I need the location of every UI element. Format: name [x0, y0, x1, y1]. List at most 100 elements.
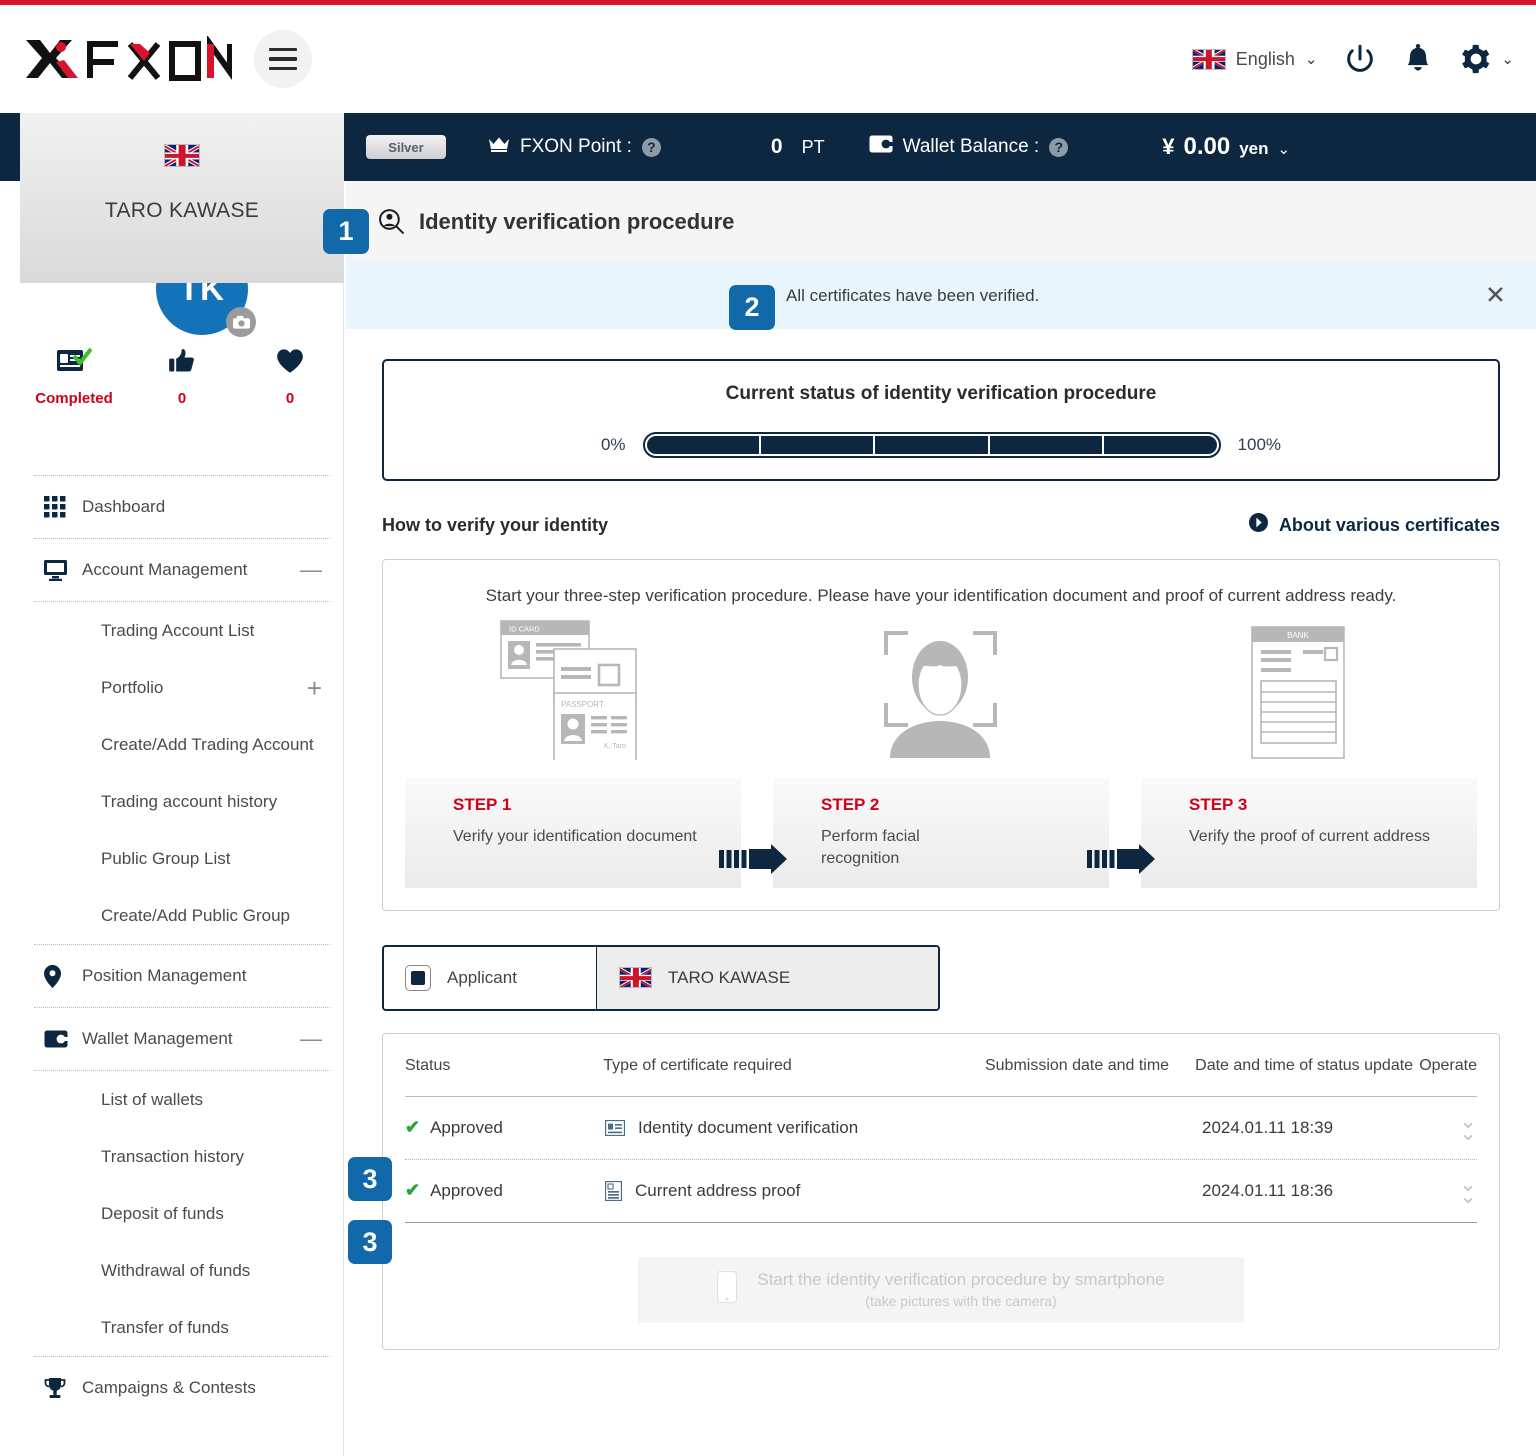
applicant-radio-group[interactable]: Applicant — [384, 946, 596, 1009]
avatar[interactable]: TK — [156, 283, 256, 337]
smartphone-icon — [717, 1271, 738, 1308]
sidebar-subitem-label: Create/Add Trading Account — [101, 734, 314, 754]
collapse-icon[interactable]: — — [300, 1028, 322, 1050]
page-header: Identity verification procedure — [346, 181, 1536, 262]
sidebar-subitem-portfolio[interactable]: Portfolio + — [20, 659, 343, 716]
verification-steps-panel: Start your three-step verification proce… — [382, 559, 1500, 911]
sidebar-profile-header: TARO KAWASE — [20, 113, 344, 283]
id-verified-icon — [20, 343, 128, 379]
expand-plus-icon[interactable]: + — [307, 675, 322, 701]
sidebar-subitem-public-group-list[interactable]: Public Group List — [20, 830, 343, 887]
sidebar-subitem-transaction-history[interactable]: Transaction history — [20, 1128, 343, 1185]
applicant-selector[interactable]: Applicant TARO KAWASE — [382, 944, 940, 1011]
row-type: Current address proof — [605, 1180, 990, 1201]
collapse-icon[interactable]: — — [300, 559, 322, 581]
sidebar-subitem-withdrawal-of-funds[interactable]: Withdrawal of funds — [20, 1242, 343, 1299]
step-number: STEP 1 — [453, 795, 512, 814]
annotation-badge-2: 2 — [729, 285, 775, 330]
arrow-right-icon — [719, 843, 787, 874]
trophy-icon — [44, 1377, 82, 1399]
column-header-submission: Submission date and time — [984, 1056, 1170, 1074]
sidebar-item-position-management[interactable]: Position Management — [20, 945, 343, 1007]
hamburger-menu-button[interactable] — [254, 30, 312, 88]
app-root: English ⌄ ⌄ Silver FXON Point: ? 0 PT W… — [0, 0, 1536, 1456]
sidebar-subitem-create-add-public-group[interactable]: Create/Add Public Group — [20, 887, 343, 944]
smartphone-button-title: Start the identity verification procedur… — [757, 1270, 1165, 1290]
progress-bar — [642, 431, 1221, 458]
smartphone-button-subtitle: (take pictures with the camera) — [865, 1293, 1057, 1310]
steps-lead-text: Start your three-step verification proce… — [485, 586, 1397, 605]
sidebar-item-wallet-management[interactable]: Wallet Management — — [20, 1008, 343, 1070]
sidebar-item-account-management[interactable]: Account Management — — [20, 539, 343, 601]
app-header: English ⌄ ⌄ — [0, 5, 1536, 113]
sidebar-subitem-trading-account-list[interactable]: Trading Account List — [20, 602, 343, 659]
sidebar-item-dashboard[interactable]: Dashboard — [20, 476, 343, 538]
sidebar-item-campaigns-contests[interactable]: Campaigns & Contests — [20, 1357, 343, 1419]
smartphone-button-texts: Start the identity verification procedur… — [757, 1270, 1164, 1309]
id-card-icon — [605, 1119, 625, 1136]
help-icon[interactable]: ? — [641, 137, 661, 157]
fxon-point-group: FXON Point : ? 0 PT — [488, 135, 825, 159]
step-description: Verify your identification document — [453, 828, 697, 845]
sidebar-user-name: TARO KAWASE — [104, 199, 260, 222]
sidebar-subitem-label: Transaction history — [101, 1146, 244, 1166]
sidebar-subitem-trading-account-history[interactable]: Trading account history — [20, 773, 343, 830]
progress-segment — [875, 435, 988, 454]
applicant-name: TARO KAWASE — [668, 967, 791, 987]
sidebar-subitem-deposit-of-funds[interactable]: Deposit of funds — [20, 1185, 343, 1242]
close-icon[interactable]: ✕ — [1485, 283, 1506, 308]
step-description: Perform facial recognition — [821, 828, 920, 868]
main-content: Identity verification procedure All cert… — [346, 181, 1536, 1456]
uk-flag-icon — [1191, 48, 1226, 70]
table-row[interactable]: ✔ Approved Current address proof 2024.01… — [405, 1160, 1477, 1223]
arrow-right-circle-icon — [1248, 513, 1268, 537]
bank-statement-art: BANK — [1120, 626, 1477, 760]
start-smartphone-verification-button[interactable]: Start the identity verification procedur… — [638, 1256, 1244, 1323]
page-title: Identity verification procedure — [419, 208, 735, 234]
help-icon[interactable]: ? — [1049, 137, 1069, 157]
progress-row: 0% 100% — [601, 431, 1282, 458]
pin-icon — [44, 964, 82, 988]
sidebar-subitem-label: Public Group List — [101, 848, 231, 868]
double-chevron-down-icon[interactable]: ⌄ ⌄ — [1459, 1175, 1477, 1207]
step-number: STEP 2 — [821, 795, 880, 814]
power-icon[interactable] — [1343, 42, 1377, 76]
tier-badge[interactable]: Silver — [366, 135, 446, 159]
sidebar-subitem-create-add-trading-account[interactable]: Create/Add Trading Account — [20, 716, 343, 773]
status-title: Current status of identity verification … — [725, 382, 1157, 404]
step-illustrations: ID CARD PASSPORT K, Taro BANK — [405, 620, 1477, 760]
arrow-right-icon — [1087, 843, 1155, 874]
main-body: Current status of identity verification … — [346, 329, 1536, 1350]
table-row[interactable]: ✔ Approved Identity document verificatio… — [405, 1097, 1477, 1160]
wallet-balance-amount: 0.00 — [1183, 133, 1231, 160]
about-certificates-link[interactable]: About various certificates — [1248, 513, 1500, 537]
progress-max-label: 100% — [1237, 434, 1282, 454]
step-arrow-2 — [1087, 778, 1155, 888]
camera-icon[interactable] — [226, 307, 256, 337]
fxon-point-label: FXON Point : — [520, 136, 632, 157]
step-number: STEP 3 — [1189, 795, 1248, 814]
sidebar-subitem-list-of-wallets[interactable]: List of wallets — [20, 1071, 343, 1128]
row-operate[interactable]: ⌄ ⌄ — [1428, 1175, 1477, 1207]
bell-icon[interactable] — [1403, 43, 1433, 75]
row-operate[interactable]: ⌄ ⌄ — [1428, 1112, 1477, 1144]
notification-text: All certificates have been verified. — [786, 285, 1040, 305]
wallet-balance-value-group[interactable]: ¥ 0.00 yen ⌄ — [1162, 133, 1290, 161]
double-chevron-down-icon[interactable]: ⌄ ⌄ — [1459, 1112, 1477, 1144]
svg-text:PASSPORT: PASSPORT — [561, 700, 604, 709]
monitor-icon — [44, 559, 82, 581]
applicant-name-tab[interactable]: TARO KAWASE — [596, 946, 938, 1009]
id-card-passport-art: ID CARD PASSPORT K, Taro — [405, 620, 762, 760]
sidebar-subitem-transfer-of-funds[interactable]: Transfer of funds — [20, 1299, 343, 1356]
fxon-logo[interactable] — [22, 36, 232, 82]
verification-status-panel: Current status of identity verification … — [382, 359, 1500, 481]
language-selector[interactable]: English ⌄ — [1191, 48, 1317, 70]
sidebar-subitem-label: Create/Add Public Group — [101, 905, 290, 925]
applicant-label: Applicant — [447, 967, 517, 987]
sidebar-item-label: Position Management — [82, 966, 247, 985]
step-description: Verify the proof of current address — [1189, 828, 1431, 845]
settings-gear-icon[interactable]: ⌄ — [1459, 42, 1514, 76]
radio-selected-icon[interactable] — [405, 964, 431, 991]
uk-flag-icon — [164, 144, 200, 167]
document-icon — [605, 1180, 622, 1201]
